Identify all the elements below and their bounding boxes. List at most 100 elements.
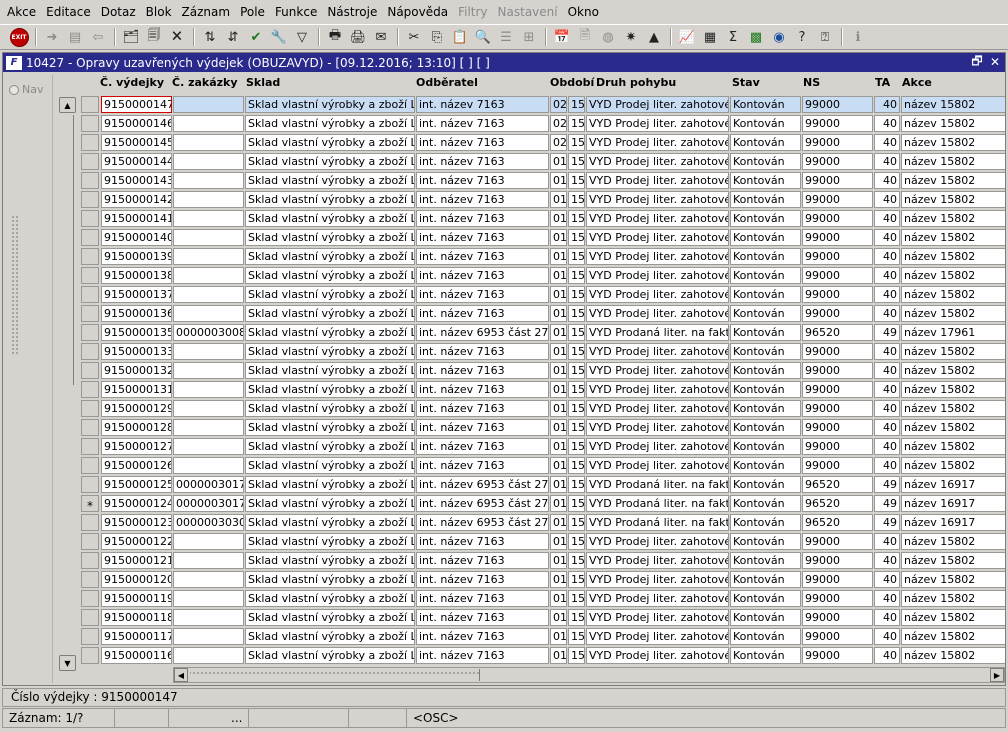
cell-ns[interactable]: 99000 [802, 229, 873, 246]
cell-obd1[interactable]: 01 [550, 172, 567, 189]
cell-ta[interactable]: 40 [874, 153, 900, 170]
cell-stav[interactable]: Kontován [730, 267, 801, 284]
cell-vydejka[interactable]: 9150000125 [101, 476, 172, 493]
cell-stav[interactable]: Kontován [730, 476, 801, 493]
cell-ns[interactable]: 99000 [802, 267, 873, 284]
menu-item[interactable]: Dotaz [96, 2, 141, 22]
cell-obd1[interactable]: 01 [550, 191, 567, 208]
menu-item[interactable]: Editace [41, 2, 96, 22]
cell-odberatel[interactable]: int. název 7163 [416, 381, 549, 398]
sort-descending-icon[interactable]: ⇵ [222, 26, 244, 48]
record-indicator[interactable] [81, 609, 99, 626]
cell-obd1[interactable]: 01 [550, 324, 567, 341]
cell-sklad[interactable]: Sklad vlastní výrobky a zboží Liber [245, 590, 415, 607]
table-row[interactable]: 9150000139 Sklad vlastní výrobky a zboží … [81, 247, 1005, 266]
cell-obd1[interactable]: 01 [550, 476, 567, 493]
cell-ns[interactable]: 99000 [802, 286, 873, 303]
cell-ta[interactable]: 40 [874, 457, 900, 474]
cell-zakazka[interactable] [173, 590, 244, 607]
cell-akce[interactable]: název 15802 [901, 609, 1005, 626]
cell-ns[interactable]: 96520 [802, 476, 873, 493]
cell-ns[interactable]: 99000 [802, 647, 873, 664]
cell-obd1[interactable]: 01 [550, 305, 567, 322]
cell-ta[interactable]: 40 [874, 590, 900, 607]
cell-vydejka[interactable]: 9150000128 [101, 419, 172, 436]
cell-druh[interactable]: VYD Prodej liter. zahotové * [586, 286, 729, 303]
web-icon[interactable]: ◉ [768, 26, 790, 48]
scroll-up-icon[interactable]: ▲ [59, 97, 76, 113]
record-indicator[interactable] [81, 229, 99, 246]
cell-vydejka[interactable]: 9150000144 [101, 153, 172, 170]
cell-zakazka[interactable] [173, 134, 244, 151]
cell-druh[interactable]: VYD Prodej liter. zahotové * [586, 609, 729, 626]
help-icon[interactable]: ⍰ [814, 26, 836, 48]
cell-ta[interactable]: 40 [874, 628, 900, 645]
cell-ns[interactable]: 99000 [802, 590, 873, 607]
cell-ns[interactable]: 99000 [802, 552, 873, 569]
cell-sklad[interactable]: Sklad vlastní výrobky a zboží Liber [245, 533, 415, 550]
table-row[interactable]: 9150000144 Sklad vlastní výrobky a zboží … [81, 152, 1005, 171]
record-indicator[interactable] [81, 514, 99, 531]
cell-obd2[interactable]: 15 [568, 552, 585, 569]
exit-button[interactable]: EXIT [8, 26, 30, 48]
cell-vydejka[interactable]: 9150000123 [101, 514, 172, 531]
table-row[interactable]: 9150000138 Sklad vlastní výrobky a zboží … [81, 266, 1005, 285]
cell-druh[interactable]: VYD Prodej liter. zahotové * [586, 172, 729, 189]
checkmark-icon[interactable]: ✔ [245, 26, 267, 48]
cell-ta[interactable]: 40 [874, 115, 900, 132]
calendar-icon[interactable]: 📅 [551, 26, 573, 48]
cell-stav[interactable]: Kontován [730, 457, 801, 474]
sigma-icon[interactable]: Σ [722, 26, 744, 48]
cell-druh[interactable]: VYD Prodej liter. zahotové * [586, 552, 729, 569]
record-indicator[interactable] [81, 381, 99, 398]
cell-stav[interactable]: Kontován [730, 248, 801, 265]
cell-druh[interactable]: VYD Prodaná liter. na fakturu [586, 476, 729, 493]
cell-vydejka[interactable]: 9150000118 [101, 609, 172, 626]
record-indicator[interactable] [81, 628, 99, 645]
cell-odberatel[interactable]: int. název 7163 [416, 343, 549, 360]
cell-stav[interactable]: Kontován [730, 495, 801, 512]
cell-druh[interactable]: VYD Prodej liter. zahotové * [586, 647, 729, 664]
cell-akce[interactable]: název 15802 [901, 362, 1005, 379]
table-row[interactable]: * 9150000124 0000003017 Sklad vlastní výrob… [81, 494, 1005, 513]
record-indicator[interactable] [81, 533, 99, 550]
table-row[interactable]: 9150000122 Sklad vlastní výrobky a zboží … [81, 532, 1005, 551]
cell-akce[interactable]: název 15802 [901, 438, 1005, 455]
cell-zakazka[interactable] [173, 552, 244, 569]
table-row[interactable]: 9150000128 Sklad vlastní výrobky a zboží … [81, 418, 1005, 437]
cell-ta[interactable]: 40 [874, 191, 900, 208]
table-row[interactable]: 9150000121 Sklad vlastní výrobky a zboží … [81, 551, 1005, 570]
cell-stav[interactable]: Kontován [730, 305, 801, 322]
cell-sklad[interactable]: Sklad vlastní výrobky a zboží Liber [245, 305, 415, 322]
record-indicator[interactable] [81, 343, 99, 360]
cell-ns[interactable]: 99000 [802, 96, 873, 113]
cell-ta[interactable]: 40 [874, 343, 900, 360]
cell-obd1[interactable]: 01 [550, 267, 567, 284]
cell-ns[interactable]: 99000 [802, 248, 873, 265]
cell-obd2[interactable]: 15 [568, 476, 585, 493]
cell-druh[interactable]: VYD Prodej liter. zahotové * [586, 419, 729, 436]
cell-ns[interactable]: 99000 [802, 210, 873, 227]
record-indicator[interactable] [81, 552, 99, 569]
cell-vydejka[interactable]: 9150000124 [101, 495, 172, 512]
record-indicator[interactable] [81, 590, 99, 607]
record-indicator[interactable] [81, 571, 99, 588]
menu-item[interactable]: Nápověda [382, 2, 453, 22]
cell-sklad[interactable]: Sklad vlastní výrobky a zboží Liber [245, 381, 415, 398]
table-row[interactable]: 9150000143 Sklad vlastní výrobky a zboží … [81, 171, 1005, 190]
cell-zakazka[interactable] [173, 153, 244, 170]
cell-vydejka[interactable]: 9150000129 [101, 400, 172, 417]
cell-vydejka[interactable]: 9150000135 [101, 324, 172, 341]
cell-akce[interactable]: název 15802 [901, 457, 1005, 474]
cell-ta[interactable]: 40 [874, 533, 900, 550]
cell-ta[interactable]: 49 [874, 324, 900, 341]
table-row[interactable]: 9150000119 Sklad vlastní výrobky a zboží … [81, 589, 1005, 608]
cell-obd2[interactable]: 15 [568, 495, 585, 512]
cell-obd2[interactable]: 15 [568, 438, 585, 455]
print-preview-icon[interactable]: ▤ [64, 26, 86, 48]
forward-icon[interactable]: ➜ [41, 26, 63, 48]
cell-ns[interactable]: 99000 [802, 362, 873, 379]
column-header-col-stav[interactable]: Stav [732, 76, 760, 89]
scroll-thumb[interactable] [190, 669, 480, 681]
cell-ns[interactable]: 99000 [802, 305, 873, 322]
